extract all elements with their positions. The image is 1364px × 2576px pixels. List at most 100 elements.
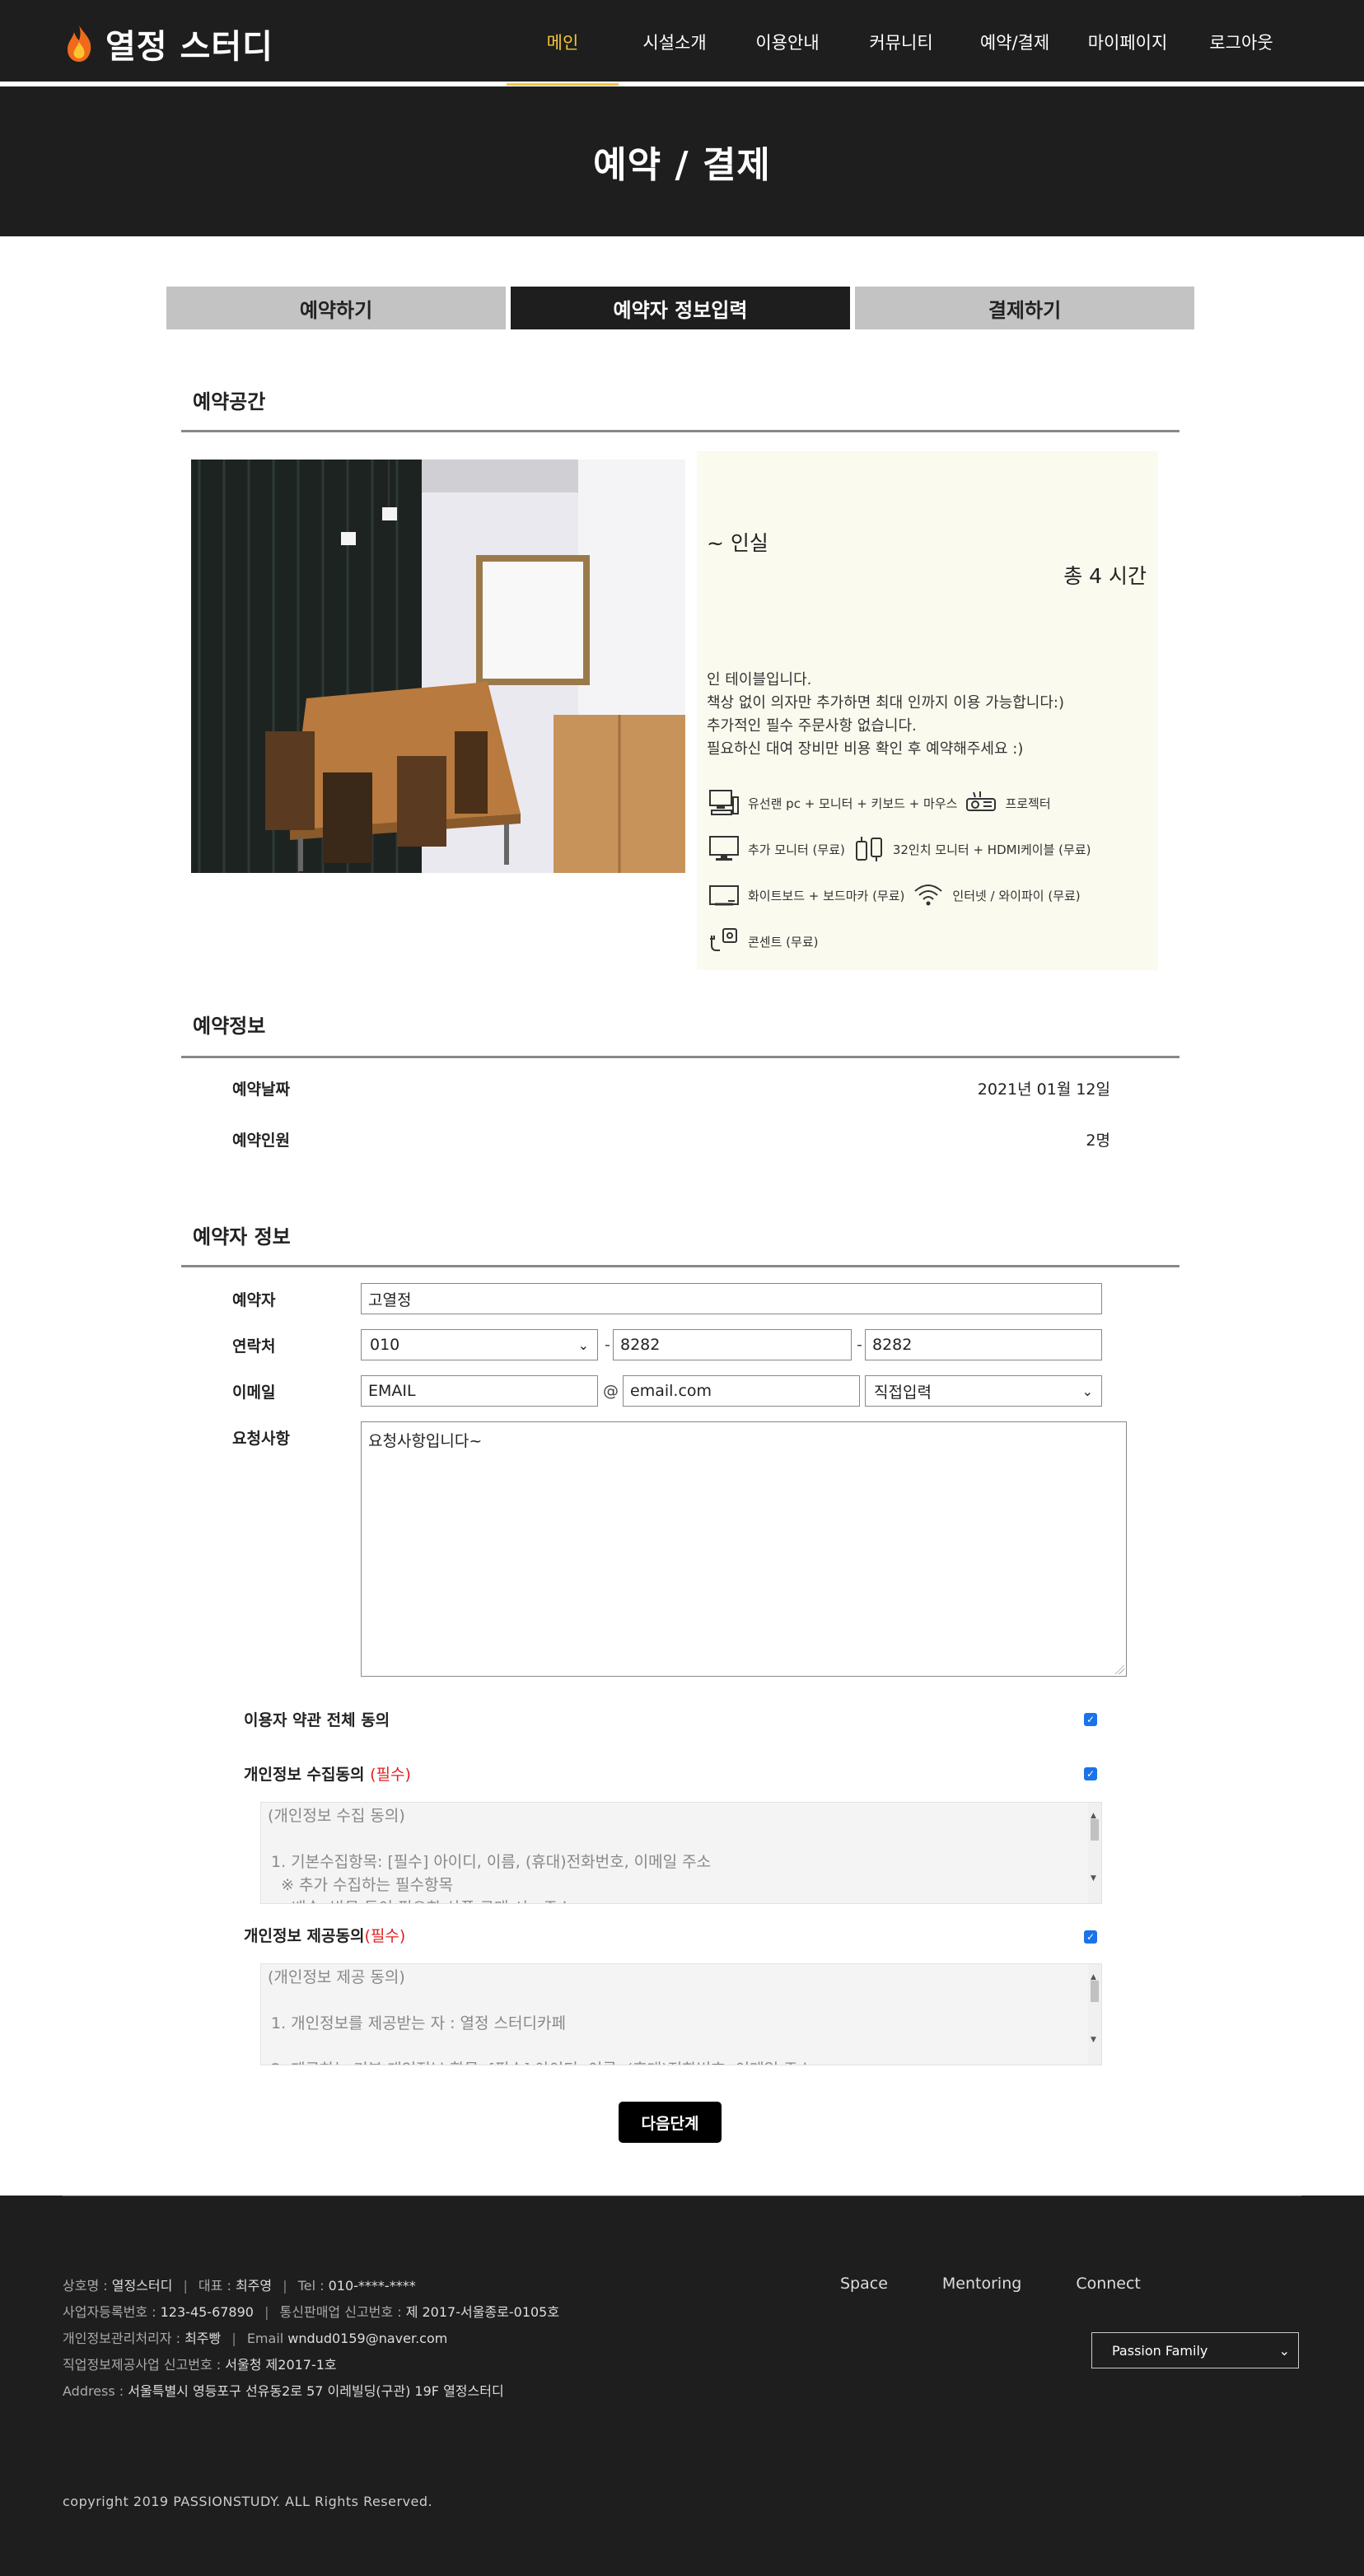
phone-label: 연락처 xyxy=(232,1337,276,1356)
phone-prefix-select[interactable]: 010 ⌄ xyxy=(361,1329,598,1360)
collect-terms-box[interactable]: (개인정보 수집 동의) 1. 기본수집항목: [필수] 아이디, 이름, (휴… xyxy=(260,1802,1102,1904)
terms-line: - 배송, 방문 등이 필요한 상품 구매 시 : 주소 xyxy=(268,1897,1095,1903)
address-value: 서울특별시 영등포구 선유동2로 57 이레빌딩(구관) 19F 열정스터디 xyxy=(128,2383,504,2399)
email-select-value: 직접입력 xyxy=(874,1383,932,1402)
chevron-down-icon: ⌄ xyxy=(1081,1383,1093,1399)
request-textarea[interactable]: 요청사항입니다~ xyxy=(361,1421,1127,1677)
dash-separator: - xyxy=(857,1336,862,1354)
mail-order-value: 제 2017-서울종로-0105호 xyxy=(405,2304,560,2320)
footer-job-row: 직업정보제공사업 신고번호 : 서울청 제2017-1호 xyxy=(63,2354,337,2373)
scroll-down-icon[interactable]: ▼ xyxy=(1091,1867,1096,1890)
footer-address-row: Address : 서울특별시 영등포구 선유동2로 57 이레빌딩(구관) 1… xyxy=(63,2380,504,2400)
site-header: 열정 스터디 메인 시설소개 이용안내 커뮤니티 예약/결제 마이페이지 로그아… xyxy=(0,0,1364,86)
nav-mypage[interactable]: 마이페이지 xyxy=(1072,0,1184,84)
description-line: 인 테이블입니다. xyxy=(707,671,812,688)
scroll-thumb[interactable] xyxy=(1091,1981,1099,2002)
nav-guide[interactable]: 이용안내 xyxy=(731,0,844,84)
whiteboard-icon xyxy=(709,885,739,906)
mail-order-label: 통신판매업 신고번호 : xyxy=(279,2304,402,2320)
terms-line: 1. 기본수집항목: [필수] 아이디, 이름, (휴대)전화번호, 이메일 주… xyxy=(271,1853,712,1871)
reservation-people-row: 예약인원 2명 xyxy=(232,1128,1110,1150)
scrollbar[interactable]: ▲ ▼ xyxy=(1088,1803,1101,1903)
description-line: 추가적인 필수 주문사항 없습니다. xyxy=(707,717,917,735)
copyright: copyright 2019 PASSIONSTUDY. ALL Rights … xyxy=(63,2494,433,2509)
phone-last-input[interactable]: 8282 xyxy=(865,1329,1102,1360)
request-value: 요청사항입니다~ xyxy=(368,1432,483,1450)
date-label: 예약날짜 xyxy=(232,1080,290,1099)
page-title: 예약 / 결제 xyxy=(593,144,771,186)
chevron-down-icon: ⌄ xyxy=(577,1337,589,1353)
dash-separator: - xyxy=(605,1336,610,1354)
logo[interactable]: 열정 스터디 xyxy=(63,20,273,68)
amenity-projector: 프로젝터 xyxy=(1005,796,1051,811)
company-label: 상호명 : xyxy=(63,2278,108,2294)
nav-facility[interactable]: 시설소개 xyxy=(619,0,731,84)
terms-line: (개인정보 제공 동의) xyxy=(268,1968,405,1986)
nav-logout[interactable]: 로그아웃 xyxy=(1184,0,1299,84)
footer-links: Space Mentoring Connect xyxy=(840,2275,1195,2293)
room-photo xyxy=(191,460,685,873)
amenity-wifi: 인터넷 / 와이파이 (무료) xyxy=(952,888,1081,903)
terms-line: 2. 제공하는 기본 개인정보 항목: [필수] 아이디, 이름, (휴대)전화… xyxy=(268,2058,1095,2065)
chevron-down-icon: ⌄ xyxy=(1278,2342,1290,2359)
footer-link-mentoring[interactable]: Mentoring xyxy=(942,2275,1021,2293)
agree-all-checkbox[interactable]: ✓ xyxy=(1084,1713,1097,1726)
terms-line xyxy=(268,2035,1095,2058)
at-separator: @ xyxy=(603,1382,619,1400)
agree-all-label: 이용자 약관 전체 동의 xyxy=(244,1711,390,1729)
resize-handle[interactable] xyxy=(1114,1664,1124,1674)
amenity-row: 추가 모니터 (무료) 32인치 모니터 + HDMI케이블 (무료) xyxy=(708,835,1091,863)
email-value: wndud0159@naver.com xyxy=(287,2331,448,2346)
main-nav: 메인 시설소개 이용안내 커뮤니티 예약/결제 마이페이지 로그아웃 xyxy=(507,0,1299,86)
collect-agree-label: 개인정보 수집동의 (필수) xyxy=(244,1762,411,1785)
description-line: 필요하신 대여 장비만 비용 확인 후 예약해주세요 :) xyxy=(707,740,1024,758)
footer-link-space[interactable]: Space xyxy=(840,2275,888,2293)
tel-value: 010-****-**** xyxy=(328,2278,416,2294)
email-domain-select[interactable]: 직접입력 ⌄ xyxy=(865,1375,1102,1407)
nav-community[interactable]: 커뮤니티 xyxy=(844,0,958,84)
step-booker-info[interactable]: 예약자 정보입력 xyxy=(511,287,850,329)
space-section-title: 예약공간 xyxy=(193,390,266,413)
footer-biz-row: 사업자등록번호 : 123-45-67890 | 통신판매업 신고번호 : 제 … xyxy=(63,2304,560,2320)
phone-mid-input[interactable]: 8282 xyxy=(613,1329,852,1360)
terms-line xyxy=(268,1989,1095,2012)
outlet-icon xyxy=(710,928,737,951)
amenity-whiteboard: 화이트보드 + 보드마카 (무료) xyxy=(748,888,905,903)
biz-no-label: 사업자등록번호 : xyxy=(63,2304,156,2320)
email-id-input[interactable]: EMAIL xyxy=(361,1375,598,1407)
room-image xyxy=(191,460,685,873)
step-reserve[interactable]: 예약하기 xyxy=(166,287,506,329)
name-label: 예약자 xyxy=(232,1291,276,1309)
pc-icon xyxy=(709,790,739,815)
scrollbar[interactable]: ▲ ▼ xyxy=(1088,1964,1101,2065)
footer-link-connect[interactable]: Connect xyxy=(1076,2275,1141,2293)
provide-agree-checkbox[interactable]: ✓ xyxy=(1084,1930,1097,1944)
collect-agree-checkbox[interactable]: ✓ xyxy=(1084,1767,1097,1780)
nav-main[interactable]: 메인 xyxy=(507,0,619,86)
provide-terms-box[interactable]: (개인정보 제공 동의) 1. 개인정보를 제공받는 자 : 열정 스터디카페 … xyxy=(260,1963,1102,2065)
scroll-thumb[interactable] xyxy=(1091,1819,1099,1841)
terms-line: ※ 추가 수집하는 필수항목 xyxy=(271,1876,453,1894)
monitor-icon xyxy=(709,836,739,861)
section-divider xyxy=(181,430,1179,432)
people-value: 2명 xyxy=(1086,1132,1110,1150)
section-divider xyxy=(181,1056,1179,1058)
people-label: 예약인원 xyxy=(232,1132,290,1150)
company-name: 열정스터디 xyxy=(111,2278,173,2294)
reservation-section-title: 예약정보 xyxy=(193,1015,266,1038)
email-domain-input[interactable]: email.com xyxy=(623,1375,860,1407)
footer-privacy-row: 개인정보관리처리자 : 최주빵 | Email wndud0159@naver.… xyxy=(63,2331,448,2346)
next-step-button[interactable]: 다음단계 xyxy=(619,2102,722,2143)
address-label: Address : xyxy=(63,2383,124,2399)
email-label: 이메일 xyxy=(232,1384,276,1402)
required-mark: (필수) xyxy=(370,1766,411,1784)
family-site-select[interactable]: Passion Family ⌄ xyxy=(1091,2332,1299,2368)
scroll-down-icon[interactable]: ▼ xyxy=(1091,2028,1096,2051)
page-banner: 예약 / 결제 xyxy=(0,86,1364,236)
name-input[interactable]: 고열정 xyxy=(361,1283,1102,1314)
amenity-extra-monitor: 추가 모니터 (무료) xyxy=(748,842,845,857)
biz-no-value: 123-45-67890 xyxy=(160,2304,254,2320)
footer-company-row: 상호명 : 열정스터디 | 대표 : 최주영 | Tel : 010-****-… xyxy=(63,2278,416,2294)
nav-reservation[interactable]: 예약/결제 xyxy=(958,0,1072,84)
step-payment[interactable]: 결제하기 xyxy=(855,287,1194,329)
